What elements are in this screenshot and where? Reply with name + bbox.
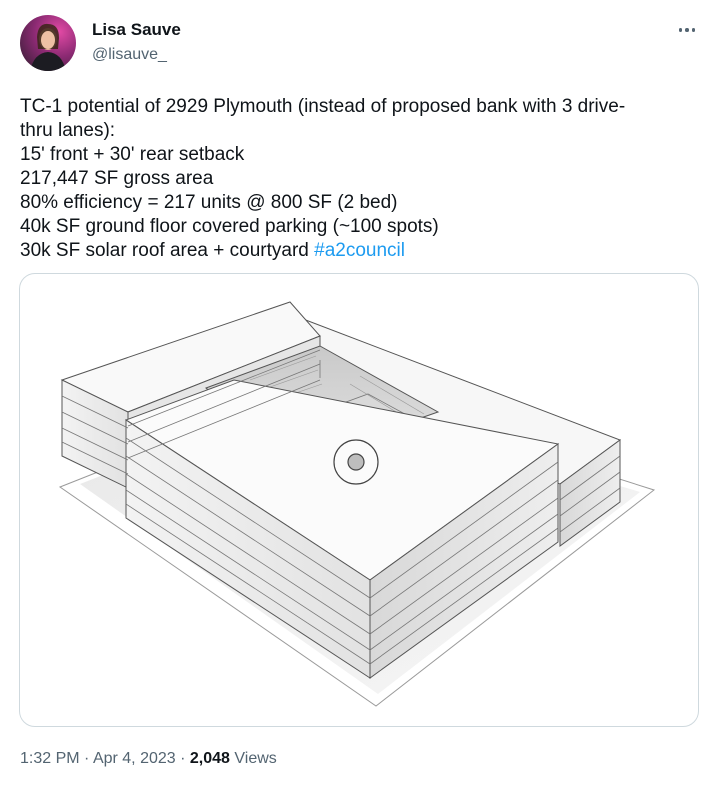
tweet-line: 15' front + 30' rear setback [20, 144, 245, 165]
profile-photo [30, 23, 66, 71]
separator-dot: · [84, 750, 90, 767]
more-icon[interactable] [676, 20, 698, 40]
tweet-line-last: 30k SF solar roof area + courtyard #a2co… [20, 239, 700, 263]
tweet-time[interactable]: 1:32 PM [20, 750, 80, 767]
tweet-line: 30k SF solar roof area + courtyard [20, 240, 315, 261]
separator-dot: · [180, 750, 186, 767]
views-count: 2,048 [189, 750, 230, 767]
massing-model-illustration [58, 301, 656, 707]
tweet-line: 40k SF ground floor covered parking (~10… [20, 216, 439, 237]
avatar[interactable] [20, 15, 76, 71]
tweet-line: thru lanes): [20, 120, 116, 141]
tweet-media-image[interactable] [19, 273, 699, 727]
tweet-text: TC-1 potential of 2929 Plymouth (instead… [20, 95, 700, 263]
tweet-line: TC-1 potential of 2929 Plymouth (instead… [20, 96, 626, 117]
tweet-date[interactable]: Apr 4, 2023 [93, 750, 176, 767]
tweet-line: 217,447 SF gross area [20, 168, 214, 189]
views-label: Views [234, 750, 277, 767]
tweet-meta: 1:32 PM · Apr 4, 2023 · 2,048 Views [20, 749, 277, 769]
author-display-name[interactable]: Lisa Sauve [92, 20, 181, 40]
hashtag-link[interactable]: #a2council [314, 240, 405, 261]
tweet-line: 80% efficiency = 217 units @ 800 SF (2 b… [20, 192, 398, 213]
author-handle[interactable]: @lisauve_ [92, 45, 167, 65]
